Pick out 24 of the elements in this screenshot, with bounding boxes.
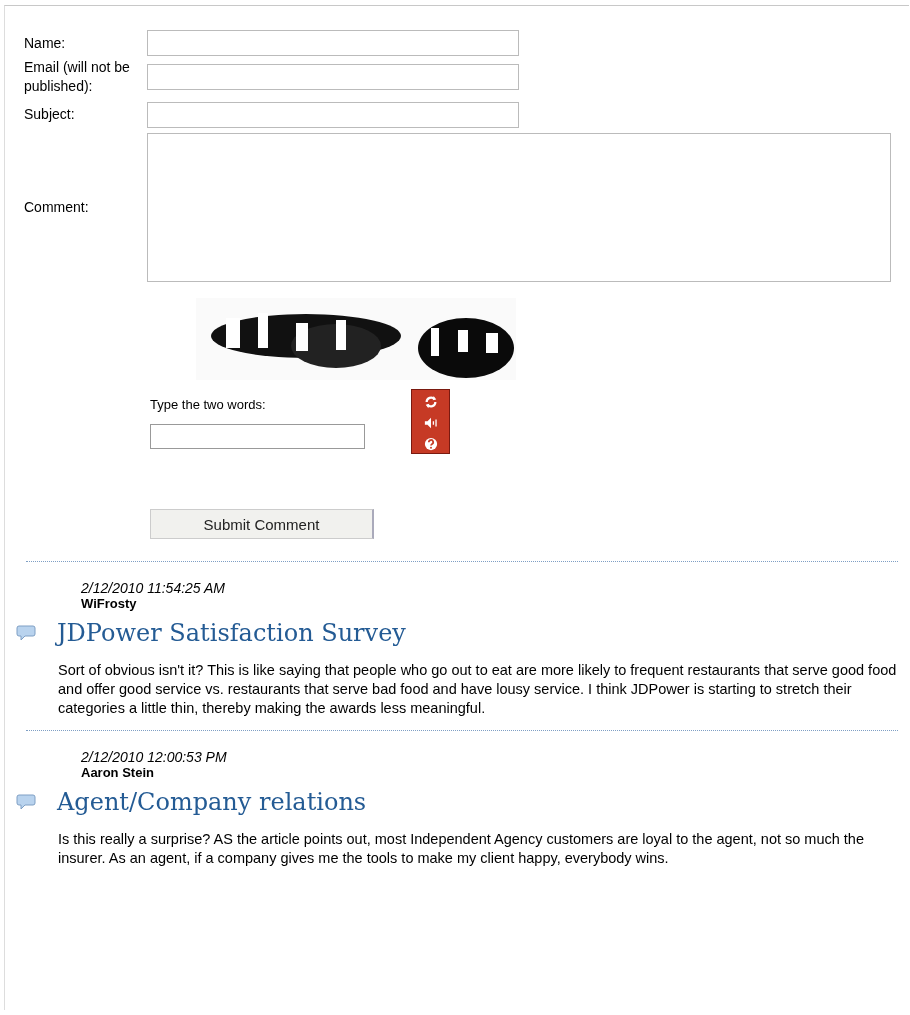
comment-date: 2/12/2010 12:00:53 PM	[81, 749, 228, 765]
comment-author: WiFrosty	[81, 596, 138, 611]
field-label: Subject:	[24, 105, 76, 124]
speaker-icon[interactable]	[423, 416, 438, 430]
field-label: Email (will not be published):	[24, 58, 131, 96]
comment-date: 2/12/2010 11:54:25 AM	[81, 580, 226, 596]
field-label: Name:	[24, 33, 67, 53]
comment-text: Sort of obvious isn't it? This is like saying that people who go out to eat are more likely to frequent restaurants that serve good food and offer good service vs. restaurants that serve bad food and have lousy service. I think JDPower is starting to stretch their categories a little thin, thereby making the awards less meaningful.	[58, 661, 898, 718]
captcha-prompt: Type the two words:	[150, 397, 267, 412]
submit-button[interactable]: Submit Comment	[150, 509, 374, 539]
speech-bubble-icon	[16, 794, 36, 810]
field-label: Comment:	[24, 198, 90, 217]
comment-field[interactable]	[147, 133, 891, 282]
comment-author: Aaron Stein	[81, 765, 155, 780]
help-icon[interactable]	[423, 437, 438, 451]
comment-title: Agent/Company relations	[57, 788, 367, 816]
comment-title: JDPower Satisfaction Survey	[57, 619, 406, 647]
input-field[interactable]	[147, 64, 519, 90]
refresh-icon[interactable]	[423, 395, 438, 409]
input-field[interactable]	[147, 101, 519, 128]
comment-text: Is this really a surprise? AS the article points out, most Independent Agency customers are loyal to the agent, not so much the insurer. As an agent, if a company gives me the tools to make my client happy, everybody wins.	[58, 830, 865, 868]
input-field[interactable]	[147, 30, 519, 56]
speech-bubble-icon	[16, 625, 36, 641]
captcha-input[interactable]	[150, 424, 365, 449]
